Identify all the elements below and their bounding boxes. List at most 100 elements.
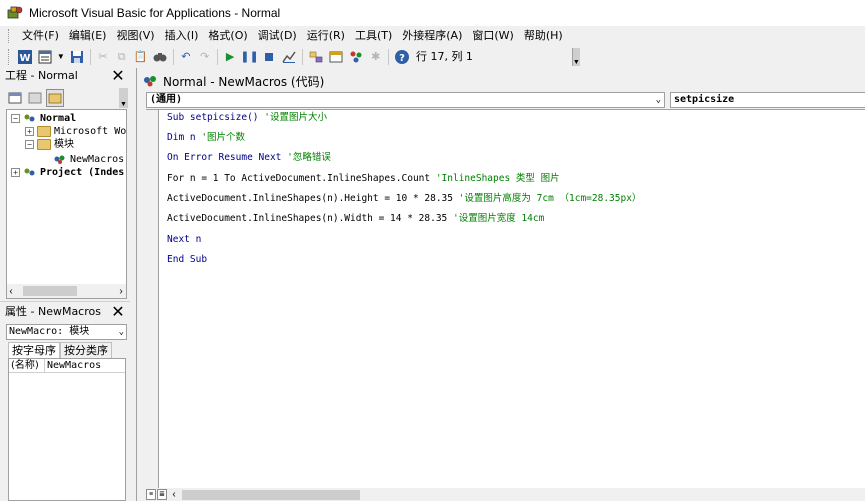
view-code-icon[interactable]	[6, 89, 24, 107]
object-browser-icon[interactable]	[348, 49, 364, 65]
project-explorer-icon[interactable]	[308, 49, 324, 65]
help-icon[interactable]: ?	[394, 49, 410, 65]
redo-icon[interactable]: ↷	[197, 49, 212, 65]
code-text: Sub setpicsize()	[167, 112, 265, 123]
save-icon[interactable]	[69, 49, 85, 65]
property-name: (名称)	[9, 359, 45, 372]
tab-alphabetic[interactable]: 按字母序	[8, 342, 60, 358]
code-text: Dim n	[167, 132, 202, 143]
menu-insert[interactable]: 插入(I)	[160, 26, 204, 46]
scroll-thumb[interactable]	[182, 489, 360, 500]
view-word-icon[interactable]: W	[17, 49, 33, 65]
module-icon	[53, 154, 67, 165]
expand-icon[interactable]: +	[25, 127, 34, 136]
find-icon[interactable]	[152, 49, 168, 65]
properties-grid: (名称) NewMacros	[8, 358, 126, 501]
svg-text:?: ?	[399, 53, 405, 64]
break-icon[interactable]: ❚❚	[240, 49, 258, 65]
scroll-right-icon[interactable]: ›	[116, 286, 126, 297]
reset-icon[interactable]	[261, 49, 277, 65]
code-comment: '设置图片大小	[264, 112, 327, 123]
chevron-down-icon[interactable]: ⌄	[119, 325, 124, 339]
code-line[interactable]: End Sub	[167, 253, 207, 267]
code-text: ActiveDocument.InlineShapes(n).Width = 1…	[167, 213, 453, 224]
property-row[interactable]: (名称) NewMacros	[9, 359, 125, 373]
menu-run[interactable]: 运行(R)	[302, 26, 350, 46]
expand-icon[interactable]: +	[11, 168, 20, 177]
project-tree[interactable]: − Normal + Microsoft Wor − 模块 NewMacros …	[6, 109, 127, 299]
toolbar-grip[interactable]	[8, 49, 11, 65]
menu-tools[interactable]: 工具(T)	[350, 26, 397, 46]
procedure-view-icon[interactable]: ≡	[146, 489, 156, 500]
properties-window-icon[interactable]	[328, 49, 344, 65]
toolbox-icon[interactable]: ✱	[368, 49, 383, 65]
toggle-folders-icon[interactable]	[46, 89, 64, 107]
menu-addins[interactable]: 外接程序(A)	[397, 26, 467, 46]
undo-icon[interactable]: ↶	[179, 49, 194, 65]
menu-file[interactable]: 文件(F)	[17, 26, 64, 46]
properties-panel-close-icon[interactable]: ✕	[110, 304, 126, 320]
full-module-view-icon[interactable]: ≣	[157, 489, 167, 500]
project-horizontal-scrollbar[interactable]: ‹ ›	[7, 284, 126, 298]
project-toolbar-overflow-icon[interactable]: ▼	[119, 88, 128, 108]
menu-help[interactable]: 帮助(H)	[519, 26, 568, 46]
tree-item-microsoft-word-objects[interactable]: + Microsoft Wor	[25, 125, 126, 138]
menu-window[interactable]: 窗口(W)	[467, 26, 518, 46]
menu-grip[interactable]	[8, 29, 11, 43]
code-line[interactable]: Dim n '图片个数	[167, 131, 245, 145]
toolbar-separator	[388, 49, 389, 65]
code-line[interactable]: For n = 1 To ActiveDocument.InlineShapes…	[167, 172, 560, 186]
code-line[interactable]: ActiveDocument.InlineShapes(n).Width = 1…	[167, 212, 544, 226]
tree-item-normal[interactable]: − Normal	[11, 112, 76, 125]
procedure-dropdown[interactable]: setpicsize	[670, 92, 865, 108]
copy-icon[interactable]: ⧉	[114, 49, 129, 65]
svg-text:W: W	[19, 53, 30, 64]
chevron-down-icon[interactable]: ⌄	[656, 93, 661, 107]
code-comment: '忽略错误	[287, 152, 331, 163]
tree-label: Normal	[40, 113, 77, 124]
scroll-thumb[interactable]	[23, 286, 77, 296]
code-line[interactable]: Next n	[167, 233, 201, 247]
code-line[interactable]: ActiveDocument.InlineShapes(n).Height = …	[167, 192, 641, 206]
properties-object-select[interactable]: NewMacro: 模块 ⌄	[6, 324, 127, 340]
run-icon[interactable]: ▶	[223, 49, 238, 65]
code-line[interactable]: On Error Resume Next '忽略错误	[167, 151, 331, 165]
toolbar-options-icon[interactable]: ▼	[571, 48, 581, 66]
menu-view[interactable]: 视图(V)	[111, 26, 159, 46]
scroll-left-icon[interactable]: ‹	[168, 489, 180, 500]
code-editor[interactable]: Sub setpicsize() '设置图片大小 Dim n '图片个数 On …	[146, 109, 865, 489]
scroll-left-icon[interactable]: ‹	[7, 286, 15, 297]
code-window-title-bar: Normal - NewMacros (代码)	[137, 71, 865, 91]
tree-item-newmacros[interactable]: NewMacros	[53, 153, 124, 166]
menu-edit[interactable]: 编辑(E)	[64, 26, 112, 46]
object-dropdown[interactable]: (通用) ⌄	[146, 92, 665, 108]
menu-format[interactable]: 格式(O)	[203, 26, 252, 46]
tree-item-project-index[interactable]: + Project (Indes	[11, 166, 124, 179]
collapse-icon[interactable]: −	[25, 140, 34, 149]
standard-toolbar: W ▼ ✂ ⧉ 📋 ↶ ↷ ▶ ❚❚ ✱ ? 行 17, 列 1 ▼	[0, 46, 581, 68]
project-icon	[23, 167, 37, 178]
properties-panel-title: 属性 - NewMacros	[5, 305, 101, 318]
properties-panel-header: 属性 - NewMacros ✕	[0, 301, 130, 321]
tab-categorized[interactable]: 按分类序	[60, 342, 112, 358]
insert-module-icon[interactable]	[37, 49, 53, 65]
code-window: Normal - NewMacros (代码) (通用) ⌄ setpicsiz…	[136, 68, 865, 501]
cut-icon[interactable]: ✂	[96, 49, 111, 65]
code-text: End Sub	[167, 254, 208, 265]
view-object-icon[interactable]	[26, 89, 44, 107]
design-mode-icon[interactable]	[281, 49, 297, 65]
code-line[interactable]: Sub setpicsize() '设置图片大小	[167, 111, 327, 125]
code-horizontal-scrollbar[interactable]: ≡ ≣ ‹	[146, 488, 865, 501]
code-margin[interactable]	[146, 110, 159, 489]
dropdown-arrow-icon[interactable]: ▼	[57, 49, 65, 65]
module-icon	[143, 74, 157, 88]
title-bar: Microsoft Visual Basic for Applications …	[0, 0, 865, 26]
code-text: On Error Resume Next	[167, 152, 288, 163]
project-panel-close-icon[interactable]: ✕	[110, 68, 126, 84]
property-value[interactable]: NewMacros	[45, 359, 101, 372]
paste-icon[interactable]: 📋	[133, 49, 148, 65]
menu-debug[interactable]: 调试(D)	[253, 26, 302, 46]
toolbar-separator	[172, 49, 174, 65]
tree-item-modules[interactable]: − 模块	[25, 138, 74, 151]
collapse-icon[interactable]: −	[11, 114, 20, 123]
